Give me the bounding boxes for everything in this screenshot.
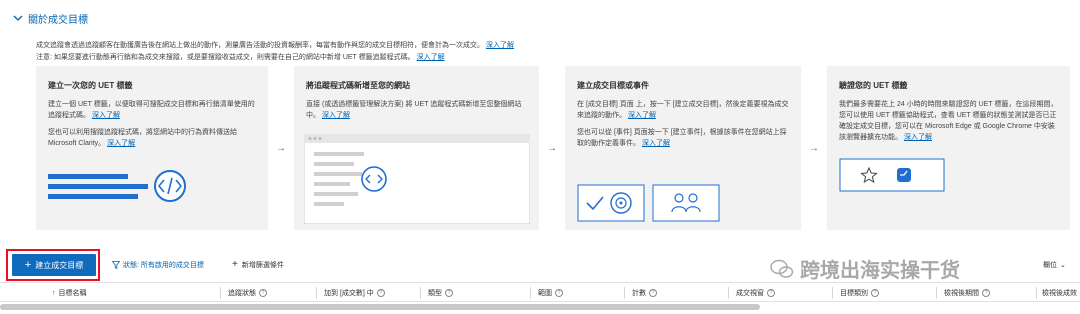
column-label: 範圍 [538, 290, 552, 297]
help-icon[interactable]: ? [871, 289, 879, 297]
column-divider [530, 287, 531, 299]
column-label: 成交視窗 [736, 290, 764, 297]
create-button-label: 建立成交目標 [35, 260, 84, 270]
browser-extension-illustration [839, 158, 945, 192]
filter-label: 狀態: 所有啟用的成交目標 [123, 262, 204, 269]
watermark: 跨境出海实操干货 [770, 254, 960, 283]
help-icon[interactable]: ? [376, 289, 385, 297]
learn-more-link[interactable]: 深入了解 [322, 112, 350, 119]
website-illustration [304, 134, 530, 224]
column-divider [316, 287, 317, 299]
wechat-icon [770, 259, 794, 278]
column-divider [728, 287, 729, 299]
setup-steps: 建立一次您的 UET 標籤 建立一個 UET 標籤，以便取得可搜配成交目標和再行… [36, 66, 1080, 230]
column-include-in-conversions[interactable]: 加到 [成交數] 中 ? [324, 288, 385, 298]
toolbar: + 建立成交目標 狀態: 所有啟用的成交目標 + 新增篩選條件 跨境出海实操干货… [0, 249, 1080, 283]
add-filter-label: 新增篩選條件 [241, 261, 284, 269]
column-label: 類型 [428, 290, 442, 297]
tag-code-illustration [48, 170, 186, 202]
card-title: 將追蹤程式碼新增至您的網站 [306, 81, 410, 90]
column-label: 目標類別 [840, 290, 868, 297]
column-label: 檢視後期間 [944, 290, 979, 297]
help-icon[interactable]: ? [649, 289, 657, 297]
card-text: 我們最多需要花上 24 小時的時間來驗證您的 UET 標籤，在這段期間，您可以使… [839, 101, 1058, 141]
column-view-through-conversions[interactable]: 檢視後成效 [1042, 288, 1077, 298]
learn-more-link[interactable]: 深入了解 [107, 140, 135, 147]
column-label: 追蹤狀態 [228, 290, 256, 297]
column-count[interactable]: 計數 ? [632, 288, 657, 298]
column-divider [420, 287, 421, 299]
card-text: 您也可以從 [事件] 頁面按一下 [建立事件]，根據該事件在您網站上採取的動作定… [577, 129, 787, 147]
column-goal-name[interactable]: ↑ 目標名稱 [52, 288, 87, 298]
chevron-down-icon: ⌄ [1060, 262, 1066, 269]
card-text: 您也可以利用搜蹤追蹤程式碼，將您網站中的行為資料傳送給 Microsoft Cl… [48, 129, 237, 147]
column-view-through-period[interactable]: 檢視後期間 ? [944, 288, 990, 298]
card-verify-tag: 驗證您的 UET 標籤 我們最多需要花上 24 小時的時間來驗證您的 UET 標… [827, 66, 1070, 230]
section-toggle[interactable]: 關於成交目標 [12, 11, 88, 26]
columns-label: 欄位 [1043, 262, 1057, 269]
learn-more-link[interactable]: 深入了解 [904, 134, 932, 141]
help-icon[interactable]: ? [982, 289, 990, 297]
column-label: 檢視後成效 [1042, 290, 1077, 297]
help-icon[interactable]: ? [445, 289, 453, 297]
help-icon[interactable]: ? [259, 289, 267, 297]
goals-grid-header: ↑ 目標名稱 追蹤狀態 ? 加到 [成交數] 中 ? 類型 ? 範圍 ? 計數 … [0, 282, 1080, 302]
column-tracking-status[interactable]: 追蹤狀態 ? [228, 288, 267, 298]
column-divider [624, 287, 625, 299]
sort-up-icon: ↑ [52, 289, 56, 297]
column-goal-category[interactable]: 目標類別 ? [840, 288, 879, 298]
intro-line-1: 成交追蹤會透過追蹤顧客在動獲廣告後在網站上做出的動作，測量廣告活動的投資報酬率，… [36, 42, 484, 49]
intro-line-2: 注意: 如果您要進行動態再行銷和為成交來搜蹤，或是要搜蹤收益成交，則需要在自己的… [36, 54, 415, 61]
filter-icon [112, 261, 120, 269]
intro-learn-more-link-2[interactable]: 深入了解 [417, 54, 445, 61]
card-title: 驗證您的 UET 標籤 [839, 81, 908, 90]
learn-more-link[interactable]: 深入了解 [642, 140, 670, 147]
column-divider [220, 287, 221, 299]
plus-icon: + [24, 259, 32, 271]
card-create-uet-tag: 建立一次您的 UET 標籤 建立一個 UET 標籤，以便取得可搜配成交目標和再行… [36, 66, 268, 230]
goal-event-illustration [577, 184, 720, 222]
intro-learn-more-link-1[interactable]: 深入了解 [486, 42, 514, 49]
card-text: 建立一個 UET 標籤，以便取得可搜配成交目標和再行銷清單使用的追蹤程式碼。 [48, 101, 255, 119]
column-divider [936, 287, 937, 299]
arrow-right-icon: → [547, 142, 557, 154]
horizontal-scrollbar[interactable] [0, 304, 760, 310]
card-create-goal: 建立成交目標或事件 在 [成交目標] 頁面 上，按一下 [建立成交目標]，然後定… [565, 66, 801, 230]
status-filter[interactable]: 狀態: 所有啟用的成交目標 [112, 260, 204, 270]
card-add-code: 將追蹤程式碼新增至您的網站 直接 (或透過標籤管理解決方案) 將 UET 追蹤程… [294, 66, 539, 230]
column-label: 加到 [成交數] 中 [324, 290, 374, 297]
help-icon[interactable]: ? [555, 289, 563, 297]
arrow-right-icon: → [809, 142, 819, 154]
help-icon[interactable]: ? [767, 289, 775, 297]
column-conversion-window[interactable]: 成交視窗 ? [736, 288, 775, 298]
add-filter-button[interactable]: + 新增篩選條件 [232, 259, 284, 270]
section-title: 關於成交目標 [28, 15, 88, 26]
column-label: 計數 [632, 290, 646, 297]
intro-text: 成交追蹤會透過追蹤顧客在動獲廣告後在網站上做出的動作，測量廣告活動的投資報酬率，… [36, 40, 1066, 64]
learn-more-link[interactable]: 深入了解 [628, 112, 656, 119]
column-type[interactable]: 類型 ? [428, 288, 453, 298]
column-divider [832, 287, 833, 299]
columns-button[interactable]: 欄位 ⌄ [1043, 260, 1066, 270]
column-divider [1036, 287, 1037, 299]
learn-more-link[interactable]: 深入了解 [92, 112, 120, 119]
create-conversion-goal-button[interactable]: + 建立成交目標 [12, 254, 96, 276]
card-title: 建立成交目標或事件 [577, 81, 649, 90]
arrow-right-icon: → [276, 142, 286, 154]
chevron-down-icon [12, 14, 24, 24]
plus-icon: + [232, 259, 238, 270]
card-text: 在 [成交目標] 頁面 上，按一下 [建立成交目標]，然後定義要視為成交來追蹤的… [577, 101, 789, 119]
column-label: 目標名稱 [58, 290, 87, 297]
watermark-text: 跨境出海实操干货 [800, 260, 960, 282]
card-title: 建立一次您的 UET 標籤 [48, 81, 133, 90]
column-scope[interactable]: 範圍 ? [538, 288, 563, 298]
